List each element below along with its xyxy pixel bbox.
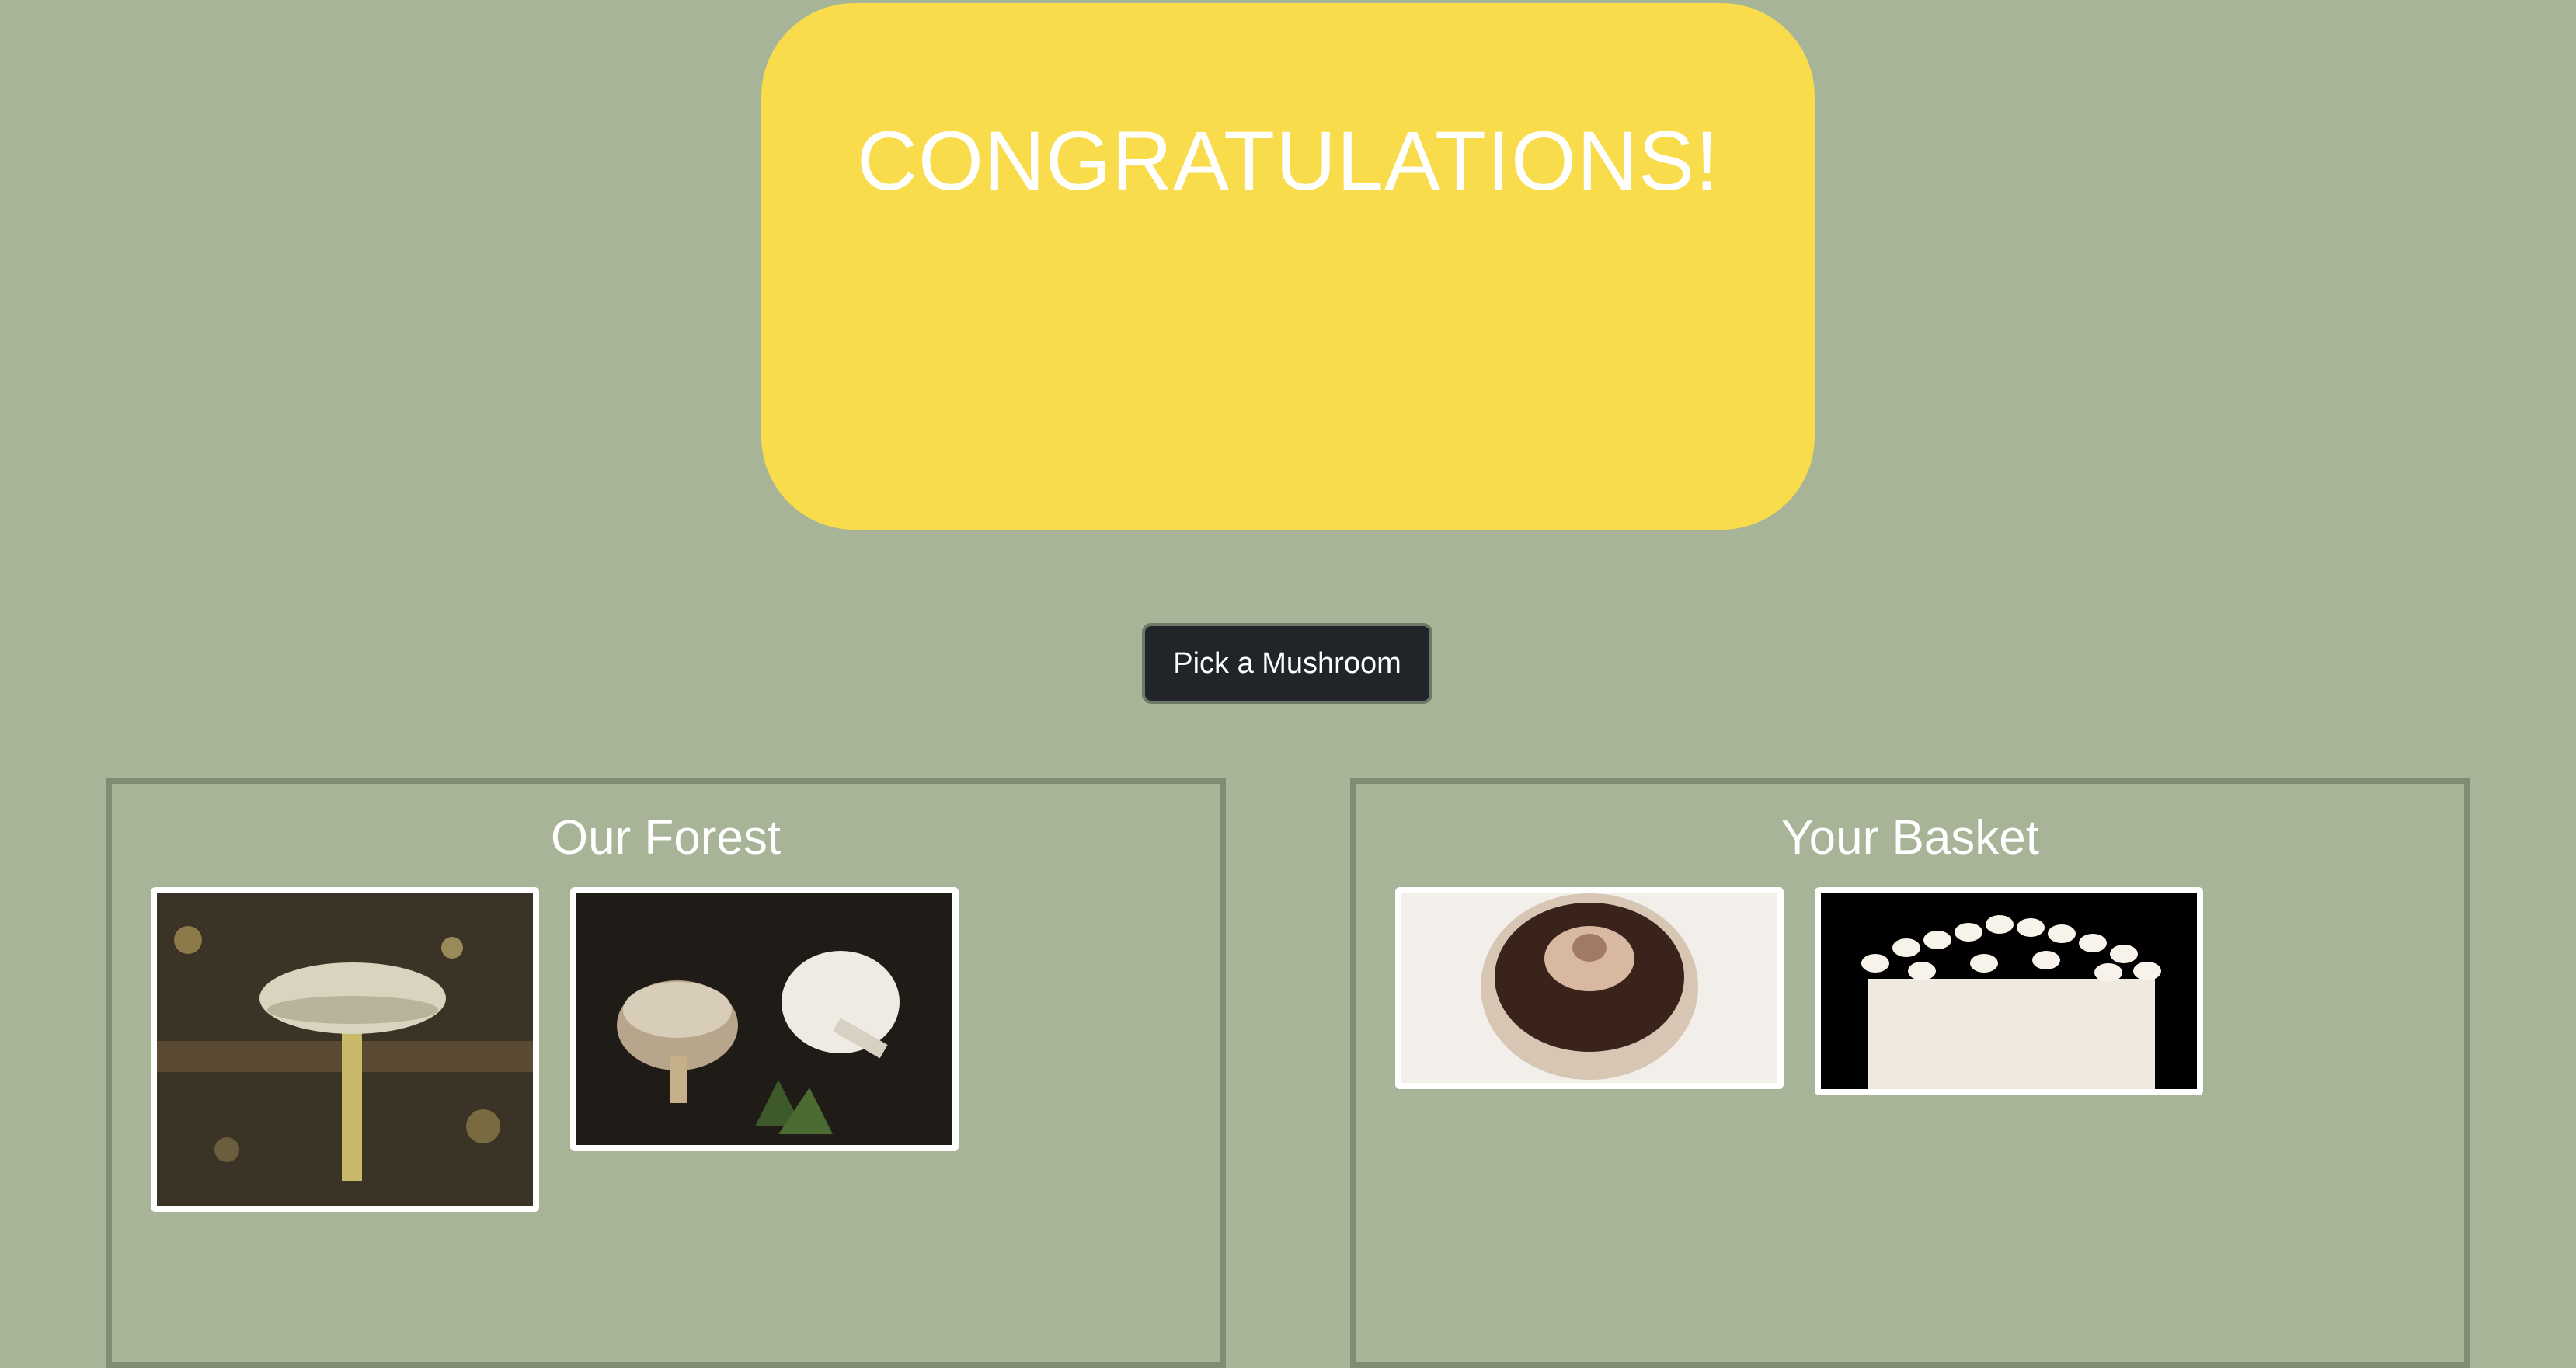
portobello-image (1401, 893, 1777, 1083)
basket-mushroom-2[interactable] (1815, 887, 2203, 1095)
basket-mushroom-1[interactable] (1395, 887, 1784, 1089)
congratulations-banner: CONGRATULATIONS! (761, 3, 1815, 530)
forest-mushroom-1[interactable] (151, 887, 539, 1212)
enoki-image (1821, 893, 2197, 1089)
forest-title: Our Forest (550, 811, 782, 865)
pick-mushroom-button[interactable]: Pick a Mushroom (1142, 623, 1432, 704)
shaggy-mushrooms-image (576, 893, 952, 1145)
forest-mushroom-2[interactable] (570, 887, 959, 1151)
your-basket-panel: Your Basket (1350, 778, 2470, 1368)
basket-title: Your Basket (1781, 811, 2040, 865)
our-forest-panel: Our Forest (106, 778, 1226, 1368)
pale-mushroom-image (157, 893, 533, 1206)
banner-title: CONGRATULATIONS! (856, 113, 1720, 207)
